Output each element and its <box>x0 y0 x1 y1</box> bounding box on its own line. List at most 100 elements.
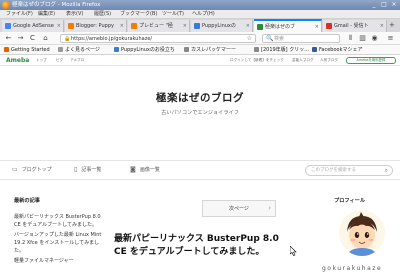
bookmark-package[interactable]: カスレパッケマーー <box>184 46 236 54</box>
tab-gokuraku-blog[interactable]: 極楽はぜのブ × <box>254 19 322 32</box>
blog-nav-label: 画像一覧 <box>139 167 160 173</box>
post-title[interactable]: 最新パピーリナックス BusterPup 8.0 CE をデュアルブートしてみま… <box>114 233 294 258</box>
article-list-link[interactable]: ▯ 記事一覧 <box>74 166 101 174</box>
home-button[interactable]: ⌂ <box>41 34 50 43</box>
chevron-right-icon: › <box>268 204 271 212</box>
blog-title[interactable]: 極楽はぜのブログ <box>0 92 400 105</box>
tab-close-icon[interactable]: × <box>57 22 61 30</box>
article-list-icon: ▯ <box>74 166 78 173</box>
minimize-button[interactable]: _ <box>370 1 378 9</box>
ameba-nav-top[interactable]: トップ <box>36 58 47 63</box>
page-icon <box>184 47 189 52</box>
menu-tools[interactable]: ツール(T) <box>162 11 184 18</box>
tab-label: プレビュー "極 <box>139 23 173 29</box>
tab-label: 極楽はぜのブ <box>265 24 296 30</box>
window-title: 極楽はぜのブログ - Mozilla Firefox <box>12 2 101 8</box>
profile-handle[interactable]: gokurakuhaze <box>322 265 398 273</box>
ameba-nav-ameblo[interactable]: アメブロ <box>70 58 84 63</box>
next-page-button[interactable]: 次ページ › <box>202 200 276 217</box>
ameba-logo[interactable]: Ameba <box>6 57 29 64</box>
maximize-button[interactable]: □ <box>380 1 388 9</box>
menu-view[interactable]: 表示(V) <box>66 11 83 18</box>
reload-button[interactable]: C <box>28 34 37 43</box>
ameba-header: Ameba トップ ピグ アメブロ ログインして【新着】をチェック 芸能人ブログ… <box>0 55 400 66</box>
back-button[interactable]: ← <box>4 34 13 43</box>
library-icon[interactable]: ⫴ <box>346 34 355 43</box>
tab-blogger[interactable]: Blogger: Puppy × <box>65 20 127 32</box>
bookmark-label: [2019年版] クリッ... <box>261 47 309 53</box>
latest-articles-list: 最新パピーリナックス BusterPup 8.0 CE をデュアルブートしてみま… <box>14 213 106 265</box>
menu-history[interactable]: 履歴(S) <box>94 11 111 18</box>
folder-icon <box>58 47 63 52</box>
menu-file[interactable]: ファイル(F) <box>6 11 33 18</box>
bookmark-puppylinux[interactable]: PuppyLinuxのお役立ち <box>114 46 175 54</box>
latest-article-link[interactable]: 最新パピーリナックス BusterPup 8.0 CE をデュアルブートしてみま… <box>14 213 106 229</box>
tab-close-icon[interactable]: × <box>183 22 187 30</box>
ameba-check-new[interactable]: ログインして【新着】をチェック <box>230 58 284 63</box>
bookmark-label: カスレパッケマーー <box>191 47 237 53</box>
blog-top-icon: ▭ <box>12 166 18 173</box>
page-icon <box>254 47 259 52</box>
camera-icon: ◙ <box>130 166 136 173</box>
ameba-popular-blogs[interactable]: 人気ブログ <box>320 58 338 63</box>
bookmark-label: Facebookマシェア <box>319 47 363 53</box>
menu-bookmarks[interactable]: ブックマーク(B) <box>120 11 157 18</box>
bookmark-frequent[interactable]: よく見るページ <box>58 46 100 54</box>
tab-close-icon[interactable]: × <box>246 22 250 30</box>
image-list-link[interactable]: ◙ 画像一覧 <box>130 166 160 174</box>
firefox-icon <box>4 47 9 52</box>
tab-label: PuppyLinuxの <box>202 23 236 29</box>
blog-search-input[interactable]: このブログを検索する ⌕ <box>305 165 393 176</box>
tab-close-icon[interactable]: × <box>315 23 319 31</box>
blogger-icon <box>68 23 74 29</box>
url-bar[interactable]: 🔒 https://ameblo.jp/gokurakuhaze/ ☆ <box>60 34 256 43</box>
account-icon[interactable]: ◉ <box>370 34 379 43</box>
bookmark-star-icon[interactable]: ☆ <box>247 35 252 42</box>
menu-bar: ファイル(F) 編集(E) 表示(V) 履歴(S) ブックマーク(B) ツール(… <box>0 10 400 19</box>
new-tab-button[interactable]: + <box>389 20 395 31</box>
tab-puppylinux[interactable]: PuppyLinuxの × <box>191 20 253 32</box>
tab-close-icon[interactable]: × <box>380 22 384 30</box>
firefox-icon <box>2 1 10 9</box>
latest-article-link[interactable]: 軽量ファイルマネージャー <box>14 257 106 265</box>
sidebar-icon[interactable]: ▥ <box>358 34 367 43</box>
blog-nav: ▭ ブログトップ ▯ 記事一覧 ◙ 画像一覧 このブログを検索する ⌕ <box>0 160 400 180</box>
forward-button[interactable]: → <box>16 34 25 43</box>
tab-label: Gmail - 受信ト <box>334 23 369 29</box>
blog-nav-label: 記事一覧 <box>81 167 102 173</box>
latest-article-link[interactable]: バージョンアップした最新 Linux Mint 19.2 Xfce をインストー… <box>14 231 106 255</box>
close-window-button[interactable]: × <box>390 1 398 9</box>
blog-subtitle: 古いパソコンでエンジョイライフ <box>161 110 239 116</box>
bookmark-label: PuppyLinuxのお役立ち <box>121 47 175 53</box>
menu-icon[interactable]: ≡ <box>386 34 395 43</box>
tab-label: Google AdSense <box>13 23 54 29</box>
menu-edit[interactable]: 編集(E) <box>38 11 55 18</box>
tab-label: Blogger: Puppy <box>76 23 114 29</box>
bookmark-facebook[interactable]: Facebookマシェア <box>312 46 363 54</box>
ameba-nav-pigg[interactable]: ピグ <box>56 58 63 63</box>
blog-top-link[interactable]: ▭ ブログトップ <box>12 166 52 174</box>
tab-gmail[interactable]: Gmail - 受信ト × <box>323 20 387 32</box>
bookmark-label: よく見るページ <box>65 47 100 53</box>
gmail-icon <box>326 23 332 29</box>
page-icon <box>114 47 119 52</box>
next-page-label: 次ページ <box>229 206 249 212</box>
bookmark-getting-started[interactable]: Getting Started <box>4 46 50 54</box>
profile-heading: プロフィール <box>334 198 366 204</box>
bookmark-2019[interactable]: [2019年版] クリッ... <box>254 46 309 54</box>
ameba-icon <box>257 24 263 30</box>
avatar[interactable] <box>339 210 385 256</box>
blogger-icon <box>131 23 137 29</box>
facebook-icon <box>312 47 317 52</box>
search-icon[interactable]: ⌕ <box>385 167 388 175</box>
tab-google-adsense[interactable]: Google AdSense × <box>2 20 64 32</box>
ameba-celeb-blogs[interactable]: 芸能人ブログ <box>292 58 314 63</box>
tab-close-icon[interactable]: × <box>120 22 124 30</box>
window-titlebar: 極楽はぜのブログ - Mozilla Firefox _ □ × <box>0 0 400 10</box>
menu-help[interactable]: ヘルプ(H) <box>192 11 215 18</box>
tab-preview[interactable]: プレビュー "極 × <box>128 20 190 32</box>
url-text[interactable]: https://ameblo.jp/gokurakuhaze/ <box>71 36 152 42</box>
search-bar[interactable]: 🔍 検索 <box>262 34 340 43</box>
page-icon <box>194 23 200 29</box>
ameba-register-button[interactable]: Amebaを無料登録 <box>346 57 396 64</box>
